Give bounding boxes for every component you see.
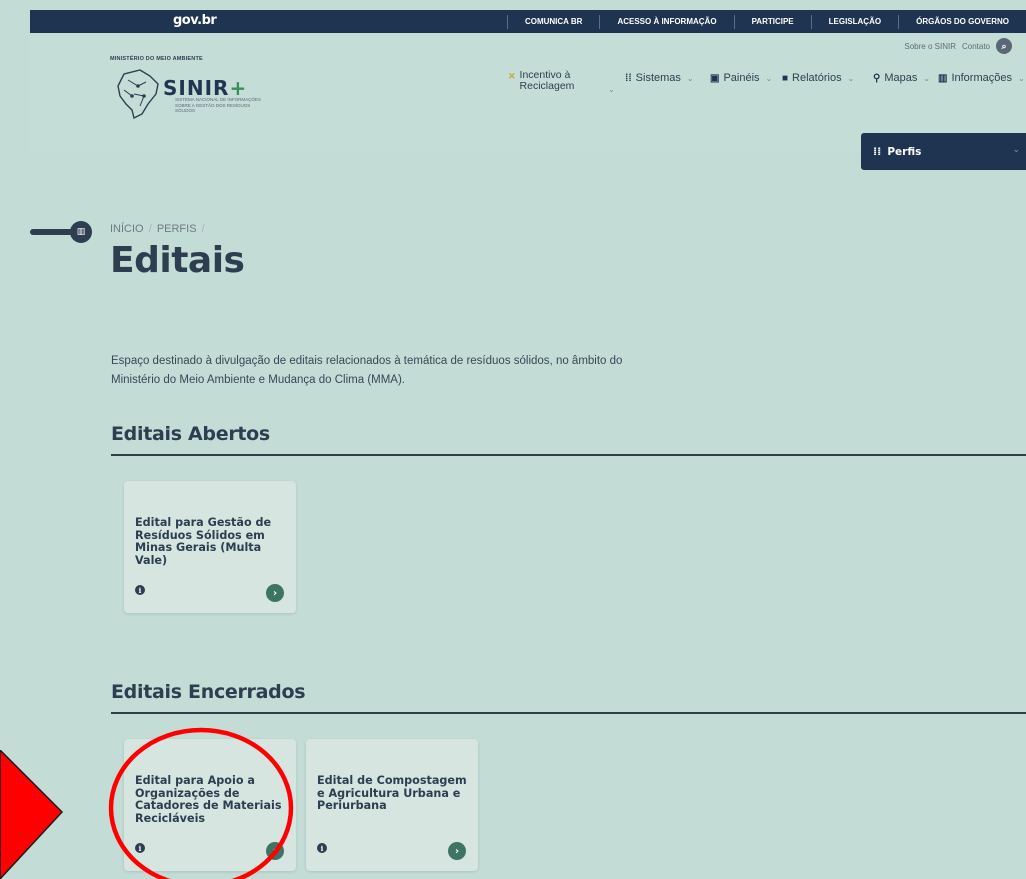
- nav-informacoes-label: Informações: [951, 72, 1012, 84]
- report-icon: ■: [782, 72, 789, 84]
- grid-icon: ⁞⁞: [625, 72, 632, 84]
- edital-card[interactable]: Edital de Compostagem e Agricultura Urba…: [306, 739, 478, 871]
- breadcrumb-book-icon: ▥: [70, 221, 92, 243]
- nav-mapas[interactable]: ⚲ Mapas ⌄: [873, 72, 930, 84]
- info-book-icon: ▥: [938, 72, 948, 84]
- chevron-down-icon: ⌄: [1017, 73, 1025, 83]
- gov-link-comunica[interactable]: COMUNICA BR: [506, 14, 599, 29]
- nav-paineis-label: Painéis: [723, 72, 760, 84]
- edital-card-title: Edital para Gestão de Resíduos Sólidos e…: [135, 516, 272, 567]
- page-intro: Espaço destinado à divulgação de editais…: [111, 355, 623, 386]
- annotation-circle-icon: [108, 727, 294, 879]
- breadcrumb: INÍCIO / PERFIS /: [110, 223, 207, 235]
- main-nav: ✕ Incentivo à Reciclagem ⌄ ⁞⁞ Sistemas ⌄…: [508, 70, 1026, 100]
- chevron-down-icon: ⌄: [1012, 145, 1020, 155]
- about-link[interactable]: Sobre o SINIR: [904, 42, 956, 51]
- gov-top-bar: gov.br COMUNICA BR ACESSO À INFORMAÇÃO P…: [30, 10, 1026, 33]
- perfis-menu-button[interactable]: ⁞⁞ Perfis ⌄: [861, 133, 1026, 170]
- gov-link-acesso[interactable]: ACESSO À INFORMAÇÃO: [599, 14, 733, 29]
- chevron-down-icon: ⌄: [608, 85, 615, 94]
- perfis-label: Perfis: [887, 145, 922, 158]
- nav-relatorios-label: Relatórios: [792, 72, 842, 84]
- grid-icon: ⁞⁞: [873, 145, 882, 158]
- open-arrow-button[interactable]: ›: [448, 842, 466, 860]
- chevron-down-icon: ⌄: [923, 73, 931, 83]
- edital-card-title: Edital de Compostagem e Agricultura Urba…: [317, 774, 467, 812]
- breadcrumb-home[interactable]: INÍCIO: [110, 223, 144, 235]
- annotation-arrow-icon: [0, 750, 64, 879]
- brazil-map-logo-icon: [117, 69, 159, 120]
- search-icon[interactable]: ⌕: [996, 38, 1012, 54]
- nav-paineis[interactable]: ▣ Painéis ⌄: [710, 72, 772, 84]
- gov-link-orgaos[interactable]: ÓRGÃOS DO GOVERNO: [898, 14, 1026, 29]
- nav-relatorios[interactable]: ■ Relatórios ⌄: [782, 72, 854, 84]
- nav-mapas-label: Mapas: [884, 72, 918, 84]
- map-pin-icon: ⚲: [873, 72, 881, 84]
- ministry-label: MINISTÉRIO DO MEIO AMBIENTE: [110, 56, 203, 62]
- breadcrumb-perfis[interactable]: PERFIS: [157, 223, 197, 235]
- open-arrow-button[interactable]: ›: [266, 584, 284, 602]
- nav-sistemas[interactable]: ⁞⁞ Sistemas ⌄: [625, 72, 694, 84]
- nav-incentivo-label: Incentivo à Reciclagem: [519, 69, 575, 92]
- section-title-encerrados: Editais Encerrados: [111, 681, 306, 703]
- breadcrumb-separator: /: [148, 223, 152, 235]
- sinir-subtitle: SISTEMA NACIONAL DE INFORMAÇÕES SOBRE A …: [175, 97, 261, 113]
- section-divider: [111, 454, 1026, 456]
- breadcrumb-separator: /: [201, 223, 205, 235]
- recycle-icon: ✕: [508, 71, 516, 81]
- utility-links: Sobre o SINIR Contato ⌕: [904, 38, 1012, 54]
- chevron-down-icon: ⌄: [765, 73, 773, 83]
- nav-informacoes[interactable]: ▥ Informações ⌄: [938, 72, 1025, 84]
- chevron-down-icon: ⌄: [847, 73, 855, 83]
- dashboard-icon: ▣: [710, 72, 720, 84]
- gov-link-participe[interactable]: PARTICIPE: [733, 14, 811, 29]
- nav-sistemas-label: Sistemas: [635, 72, 681, 84]
- gov-links: COMUNICA BR ACESSO À INFORMAÇÃO PARTICIP…: [506, 10, 1026, 33]
- contact-link[interactable]: Contato: [962, 42, 990, 51]
- page-title: Editais: [110, 240, 245, 281]
- section-title-abertos: Editais Abertos: [111, 423, 270, 445]
- gov-link-legislacao[interactable]: LEGISLAÇÃO: [810, 14, 898, 29]
- section-divider: [111, 712, 1026, 714]
- edital-card[interactable]: Edital para Gestão de Resíduos Sólidos e…: [124, 481, 296, 613]
- chevron-down-icon: ⌄: [686, 73, 694, 83]
- info-icon[interactable]: i: [135, 585, 145, 595]
- govbr-logo[interactable]: gov.br: [173, 13, 217, 28]
- nav-incentivo[interactable]: ✕ Incentivo à Reciclagem ⌄: [508, 69, 615, 95]
- info-icon[interactable]: i: [317, 843, 327, 853]
